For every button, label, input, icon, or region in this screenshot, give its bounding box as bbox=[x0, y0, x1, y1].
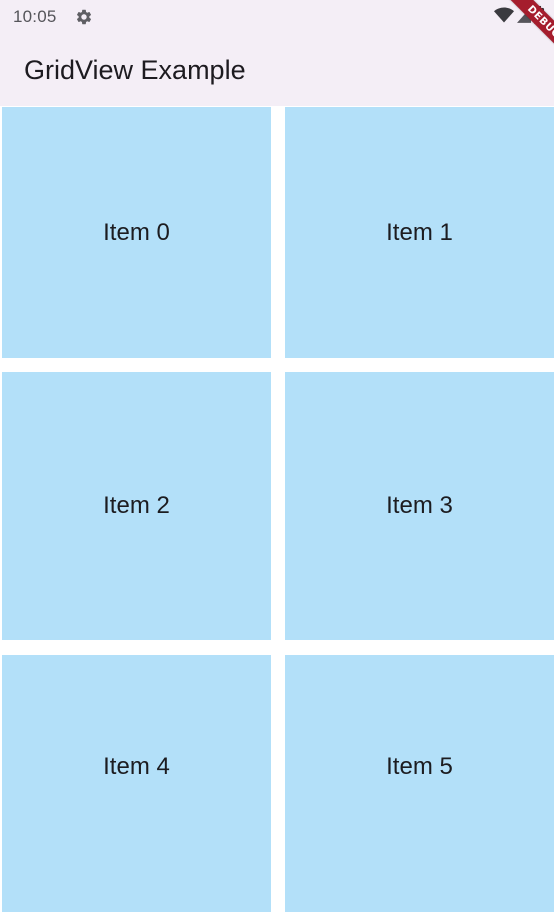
status-bar: 10:05 bbox=[0, 0, 554, 34]
tile-label: Item 5 bbox=[386, 752, 453, 780]
grid-view[interactable]: Item 0 Item 1 Item 2 Item 3 Item 4 Item … bbox=[0, 107, 554, 912]
settings-icon bbox=[75, 8, 93, 26]
tile-label: Item 1 bbox=[386, 218, 453, 246]
app-screen: 10:05 GridView Example Item 0 Item 1 Ite… bbox=[0, 0, 554, 912]
app-title: GridView Example bbox=[24, 55, 246, 85]
battery-icon bbox=[534, 5, 544, 29]
wifi-icon bbox=[494, 7, 514, 28]
tile-label: Item 4 bbox=[103, 752, 170, 780]
status-icons bbox=[494, 5, 544, 29]
tile-label: Item 0 bbox=[103, 218, 170, 246]
tile-label: Item 3 bbox=[386, 492, 453, 519]
grid-tile-5[interactable]: Item 5 bbox=[285, 655, 554, 912]
status-time: 10:05 bbox=[13, 7, 57, 26]
grid-tile-3[interactable]: Item 3 bbox=[285, 372, 554, 640]
signal-icon bbox=[517, 6, 531, 28]
grid-tile-2[interactable]: Item 2 bbox=[2, 372, 271, 640]
grid-tile-1[interactable]: Item 1 bbox=[285, 107, 554, 358]
grid-tile-4[interactable]: Item 4 bbox=[2, 655, 271, 912]
grid-tile-0[interactable]: Item 0 bbox=[2, 107, 271, 358]
app-bar: GridView Example bbox=[0, 34, 554, 106]
tile-label: Item 2 bbox=[103, 492, 170, 519]
